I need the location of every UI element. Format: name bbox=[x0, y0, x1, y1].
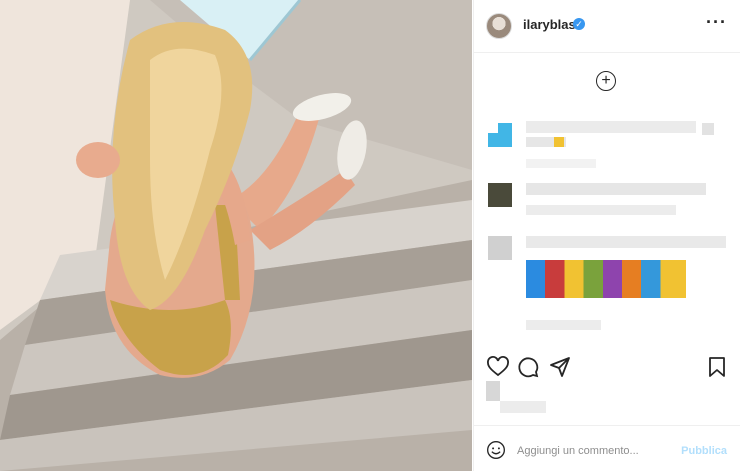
instagram-post-modal: ilaryblasi ✓ ··· + Aggiungi un commento.… bbox=[0, 0, 740, 471]
load-more-comments-icon[interactable]: + bbox=[596, 71, 616, 91]
post-actions bbox=[474, 355, 740, 381]
pixelated-emoji-row bbox=[526, 260, 686, 298]
heart-icon[interactable] bbox=[486, 355, 510, 379]
pixelated-text bbox=[526, 183, 706, 195]
username[interactable]: ilaryblasi bbox=[523, 17, 579, 32]
pixelated-emoji bbox=[554, 137, 564, 147]
likes-count-pixelated bbox=[486, 381, 546, 417]
comment-input[interactable]: Aggiungi un commento... bbox=[517, 445, 639, 457]
more-options-icon[interactable]: ··· bbox=[706, 12, 727, 33]
post-side-panel: ilaryblasi ✓ ··· + Aggiungi un commento.… bbox=[473, 0, 740, 471]
send-icon[interactable] bbox=[548, 355, 572, 379]
comment-icon[interactable] bbox=[516, 355, 540, 379]
post-photo[interactable] bbox=[0, 0, 472, 471]
publish-button[interactable]: Pubblica bbox=[681, 445, 727, 457]
comment-avatar[interactable] bbox=[488, 183, 512, 207]
comment-avatar[interactable] bbox=[488, 236, 512, 260]
verified-icon: ✓ bbox=[573, 18, 585, 30]
pixelated-meta bbox=[526, 320, 601, 330]
emoji-icon[interactable] bbox=[486, 440, 506, 460]
pixel-block bbox=[488, 123, 498, 133]
comment-composer: Aggiungi un commento... Pubblica bbox=[474, 425, 740, 472]
bookmark-icon[interactable] bbox=[705, 355, 729, 379]
pixelated-text bbox=[526, 121, 696, 133]
pixelated-text bbox=[526, 205, 676, 215]
avatar[interactable] bbox=[486, 13, 512, 39]
photo-illustration bbox=[0, 0, 472, 471]
pixelated-meta bbox=[526, 159, 596, 168]
pixelated-text bbox=[526, 236, 726, 248]
like-comment-icon[interactable] bbox=[702, 123, 714, 135]
post-header: ilaryblasi ✓ ··· bbox=[474, 0, 740, 53]
